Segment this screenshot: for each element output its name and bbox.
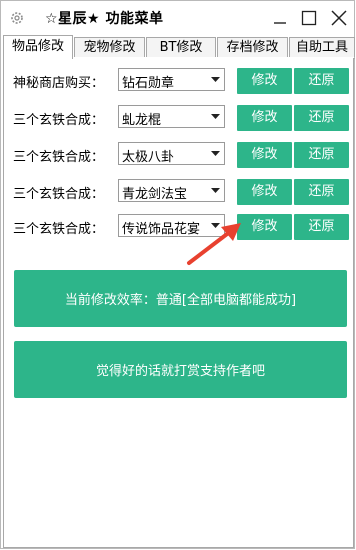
tab-pet-edit[interactable]: 宠物修改 <box>74 37 145 57</box>
chevron-down-icon[interactable] <box>207 180 224 201</box>
row-mystery-shop: 神秘商店购买： 钻石勋章 修改 还原 <box>4 68 353 94</box>
maximize-button[interactable] <box>298 7 320 29</box>
support-author-button[interactable]: 觉得好的话就打赏支持作者吧 <box>14 341 347 398</box>
tab-item-edit[interactable]: 物品修改 <box>3 35 73 59</box>
chevron-down-icon[interactable] <box>207 69 224 90</box>
main-window: ☆星辰★ 功能菜单 物品修改 宠物修改 BT修改 存档修改 自助工具 神秘商店购… <box>0 0 355 549</box>
chevron-down-icon[interactable] <box>207 106 224 127</box>
restore-button[interactable]: 还原 <box>294 179 349 205</box>
minimize-button[interactable] <box>269 7 291 29</box>
restore-button[interactable]: 还原 <box>294 105 349 131</box>
edit-button[interactable]: 修改 <box>237 142 292 168</box>
restore-button[interactable]: 还原 <box>294 142 349 168</box>
chevron-down-icon[interactable] <box>207 143 224 164</box>
dropdown-value: 传说饰品花宴 <box>122 222 201 237</box>
efficiency-status-button[interactable]: 当前修改效率：普通[全部电脑都能成功] <box>14 270 347 327</box>
row-label: 三个玄铁合成： <box>13 150 105 165</box>
chevron-down-icon[interactable] <box>207 215 224 236</box>
row-label: 三个玄铁合成： <box>13 113 105 128</box>
row-iron-synthesis: 三个玄铁合成： 传说饰品花宴 修改 还原 <box>4 214 353 240</box>
close-button[interactable] <box>328 7 350 29</box>
dropdown-value: 太极八卦 <box>122 150 175 165</box>
row-iron-synthesis: 三个玄铁合成： 太极八卦 修改 还原 <box>4 142 353 168</box>
item-select-dropdown[interactable]: 传说饰品花宴 <box>118 214 225 237</box>
edit-button[interactable]: 修改 <box>237 105 292 131</box>
row-iron-synthesis: 三个玄铁合成： 青龙剑法宝 修改 还原 <box>4 179 353 205</box>
tab-save-edit[interactable]: 存档修改 <box>217 37 288 57</box>
tab-bar: 物品修改 宠物修改 BT修改 存档修改 自助工具 <box>3 35 355 59</box>
tab-self-tools[interactable]: 自助工具 <box>289 37 355 57</box>
tab-bt-edit[interactable]: BT修改 <box>146 37 216 57</box>
edit-button[interactable]: 修改 <box>237 68 292 94</box>
row-label: 三个玄铁合成： <box>13 222 105 237</box>
row-label: 三个玄铁合成： <box>13 187 105 202</box>
restore-button[interactable]: 还原 <box>294 68 349 94</box>
restore-button[interactable]: 还原 <box>294 214 349 240</box>
item-select-dropdown[interactable]: 虬龙棍 <box>118 105 225 128</box>
item-select-dropdown[interactable]: 钻石勋章 <box>118 68 225 91</box>
edit-button[interactable]: 修改 <box>237 179 292 205</box>
dropdown-value: 虬龙棍 <box>122 113 162 128</box>
item-select-dropdown[interactable]: 太极八卦 <box>118 142 225 165</box>
dropdown-value: 钻石勋章 <box>122 76 175 91</box>
app-gear-icon <box>9 10 25 26</box>
item-select-dropdown[interactable]: 青龙剑法宝 <box>118 179 225 202</box>
tab-panel-item-edit: 神秘商店购买： 钻石勋章 修改 还原 三个玄铁合成： 虬龙棍 修改 还原 三个玄 <box>3 58 354 548</box>
window-title: ☆星辰★ 功能菜单 <box>45 11 164 27</box>
row-iron-synthesis: 三个玄铁合成： 虬龙棍 修改 还原 <box>4 105 353 131</box>
dropdown-value: 青龙剑法宝 <box>122 187 188 202</box>
row-label: 神秘商店购买： <box>13 76 105 91</box>
title-bar: ☆星辰★ 功能菜单 <box>1 1 354 35</box>
edit-button[interactable]: 修改 <box>237 214 292 240</box>
